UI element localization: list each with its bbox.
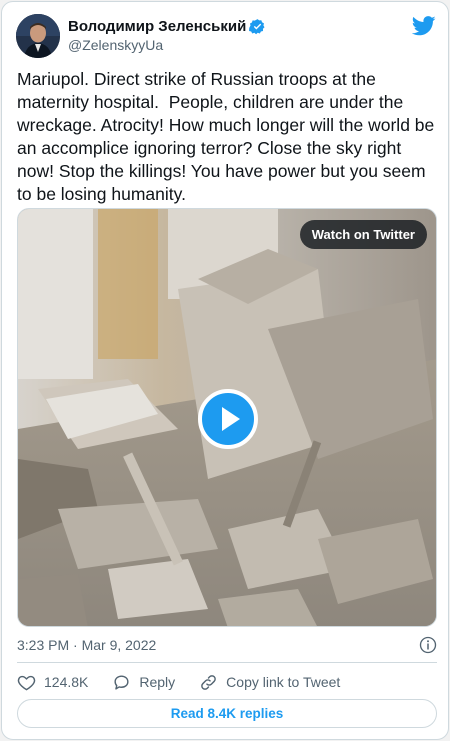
verified-badge-icon — [249, 19, 265, 35]
tweet-text: Mariupol. Direct strike of Russian troop… — [17, 69, 440, 204]
heart-icon — [17, 675, 36, 690]
divider — [17, 662, 437, 663]
read-replies-button[interactable]: Read 8.4K replies — [17, 699, 437, 728]
reply-label: Reply — [139, 674, 176, 690]
timestamp-row: 3:23 PM · Mar 9, 2022 — [17, 636, 437, 654]
video-thumbnail[interactable]: Watch on Twitter — [17, 208, 437, 627]
tweet-actions: 124.8K Reply Copy link to Tweet — [17, 670, 437, 694]
watch-on-twitter-button[interactable]: Watch on Twitter — [299, 220, 427, 249]
author-info: Володимир Зеленський @ZelenskyyUa — [68, 17, 266, 55]
play-icon — [222, 407, 240, 431]
reply-bubble-icon — [114, 674, 129, 690]
copy-link-button[interactable]: Copy link to Tweet — [199, 673, 340, 692]
info-icon[interactable] — [419, 636, 437, 654]
reply-button[interactable]: Reply — [112, 673, 175, 692]
copy-link-label: Copy link to Tweet — [226, 674, 341, 690]
like-count: 124.8K — [44, 674, 89, 690]
like-button[interactable]: 124.8K — [17, 673, 88, 692]
avatar[interactable] — [16, 14, 60, 58]
author-display-name[interactable]: Володимир Зеленський — [68, 17, 246, 36]
play-button[interactable] — [198, 389, 258, 449]
tweet-timestamp[interactable]: 3:23 PM · Mar 9, 2022 — [17, 637, 156, 653]
tweet-header: Володимир Зеленський @ZelenskyyUa — [16, 14, 436, 58]
link-icon — [201, 674, 216, 690]
twitter-bird-icon[interactable] — [412, 16, 436, 36]
author-handle[interactable]: @ZelenskyyUa — [68, 36, 266, 55]
display-name-row[interactable]: Володимир Зеленський — [68, 17, 266, 36]
tweet-card: Володимир Зеленський @ZelenskyyUa Mariup… — [1, 1, 449, 740]
